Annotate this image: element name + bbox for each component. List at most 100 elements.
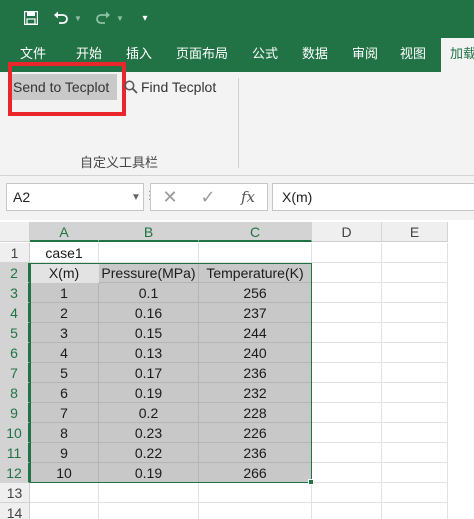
- cancel-icon[interactable]: ✕: [155, 184, 185, 210]
- tab-formulas[interactable]: 公式: [252, 38, 278, 72]
- name-box[interactable]: A2 ▼: [6, 183, 144, 211]
- cell-a8[interactable]: 6: [30, 383, 99, 403]
- cell-c2[interactable]: Temperature(K): [199, 263, 312, 283]
- fill-handle[interactable]: [308, 479, 314, 485]
- cell-e9[interactable]: [382, 403, 448, 423]
- column-header-a[interactable]: A: [30, 222, 99, 242]
- find-tecplot-button[interactable]: Find Tecplot: [124, 74, 216, 100]
- cell-d7[interactable]: [312, 363, 382, 383]
- row-header-4[interactable]: 4: [0, 303, 30, 323]
- cell-d12[interactable]: [312, 463, 382, 483]
- cell-d14[interactable]: [312, 503, 382, 519]
- cell-b6[interactable]: 0.13: [99, 343, 199, 363]
- cell-e1[interactable]: [382, 243, 448, 263]
- cell-c6[interactable]: 240: [199, 343, 312, 363]
- tab-view[interactable]: 视图: [400, 38, 426, 72]
- row-header-7[interactable]: 7: [0, 363, 30, 383]
- row-header-6[interactable]: 6: [0, 343, 30, 363]
- cell-d9[interactable]: [312, 403, 382, 423]
- cell-b14[interactable]: [99, 503, 199, 519]
- cell-e13[interactable]: [382, 483, 448, 503]
- cell-e5[interactable]: [382, 323, 448, 343]
- customize-toolbar-icon[interactable]: ▾: [138, 0, 152, 38]
- cell-a3[interactable]: 1: [30, 283, 99, 303]
- cell-c12[interactable]: 266: [199, 463, 312, 483]
- cell-e6[interactable]: [382, 343, 448, 363]
- row-header-2[interactable]: 2: [0, 263, 30, 283]
- cell-d6[interactable]: [312, 343, 382, 363]
- cell-e7[interactable]: [382, 363, 448, 383]
- cell-d11[interactable]: [312, 443, 382, 463]
- cell-a11[interactable]: 9: [30, 443, 99, 463]
- cell-b9[interactable]: 0.2: [99, 403, 199, 423]
- row-header-9[interactable]: 9: [0, 403, 30, 423]
- cell-a12[interactable]: 10: [30, 463, 99, 483]
- cell-b8[interactable]: 0.19: [99, 383, 199, 403]
- cell-b2[interactable]: Pressure(MPa): [99, 263, 199, 283]
- cell-b12[interactable]: 0.19: [99, 463, 199, 483]
- cell-e14[interactable]: [382, 503, 448, 519]
- insert-function-icon[interactable]: fx: [233, 184, 263, 210]
- cell-a4[interactable]: 2: [30, 303, 99, 323]
- cell-c10[interactable]: 226: [199, 423, 312, 443]
- undo-dropdown-icon[interactable]: ▼: [72, 0, 84, 38]
- row-header-3[interactable]: 3: [0, 283, 30, 303]
- row-header-1[interactable]: 1: [0, 243, 30, 263]
- cell-a9[interactable]: 7: [30, 403, 99, 423]
- row-header-8[interactable]: 8: [0, 383, 30, 403]
- cell-b11[interactable]: 0.22: [99, 443, 199, 463]
- cell-a13[interactable]: [30, 483, 99, 503]
- cell-b5[interactable]: 0.15: [99, 323, 199, 343]
- cell-e8[interactable]: [382, 383, 448, 403]
- cell-e12[interactable]: [382, 463, 448, 483]
- row-header-14[interactable]: 14: [0, 503, 30, 519]
- cell-b7[interactable]: 0.17: [99, 363, 199, 383]
- cell-d5[interactable]: [312, 323, 382, 343]
- cell-a1[interactable]: case1: [30, 243, 99, 263]
- cell-d2[interactable]: [312, 263, 382, 283]
- cell-b3[interactable]: 0.1: [99, 283, 199, 303]
- cell-a14[interactable]: [30, 503, 99, 519]
- cell-d4[interactable]: [312, 303, 382, 323]
- cell-d13[interactable]: [312, 483, 382, 503]
- cell-b1[interactable]: [99, 243, 199, 263]
- redo-icon[interactable]: [92, 0, 114, 38]
- cell-a7[interactable]: 5: [30, 363, 99, 383]
- tab-data[interactable]: 数据: [302, 38, 328, 72]
- column-header-d[interactable]: D: [312, 222, 382, 242]
- row-header-12[interactable]: 12: [0, 463, 30, 483]
- save-icon[interactable]: [20, 0, 42, 38]
- cell-c4[interactable]: 237: [199, 303, 312, 323]
- cell-a2[interactable]: X(m): [30, 263, 99, 283]
- cell-d10[interactable]: [312, 423, 382, 443]
- row-header-13[interactable]: 13: [0, 483, 30, 503]
- cell-d8[interactable]: [312, 383, 382, 403]
- cell-c7[interactable]: 236: [199, 363, 312, 383]
- row-header-5[interactable]: 5: [0, 323, 30, 343]
- cell-e2[interactable]: [382, 263, 448, 283]
- row-header-11[interactable]: 11: [0, 443, 30, 463]
- formula-input[interactable]: X(m): [272, 183, 474, 211]
- cell-c5[interactable]: 244: [199, 323, 312, 343]
- cell-e4[interactable]: [382, 303, 448, 323]
- tab-addins[interactable]: 加载: [441, 38, 474, 72]
- cell-c3[interactable]: 256: [199, 283, 312, 303]
- cell-d3[interactable]: [312, 283, 382, 303]
- cell-c11[interactable]: 236: [199, 443, 312, 463]
- column-header-c[interactable]: C: [199, 222, 312, 242]
- select-all-corner[interactable]: [0, 222, 30, 242]
- cell-b4[interactable]: 0.16: [99, 303, 199, 323]
- cell-c9[interactable]: 228: [199, 403, 312, 423]
- chevron-down-icon[interactable]: ▼: [131, 185, 141, 211]
- cell-e10[interactable]: [382, 423, 448, 443]
- cell-c8[interactable]: 232: [199, 383, 312, 403]
- cell-a6[interactable]: 4: [30, 343, 99, 363]
- tab-review[interactable]: 审阅: [352, 38, 378, 72]
- cell-b13[interactable]: [99, 483, 199, 503]
- column-header-e[interactable]: E: [382, 222, 448, 242]
- cell-c1[interactable]: [199, 243, 312, 263]
- enter-icon[interactable]: ✓: [193, 184, 223, 210]
- column-header-b[interactable]: B: [99, 222, 199, 242]
- cell-a10[interactable]: 8: [30, 423, 99, 443]
- cell-c14[interactable]: [199, 503, 312, 519]
